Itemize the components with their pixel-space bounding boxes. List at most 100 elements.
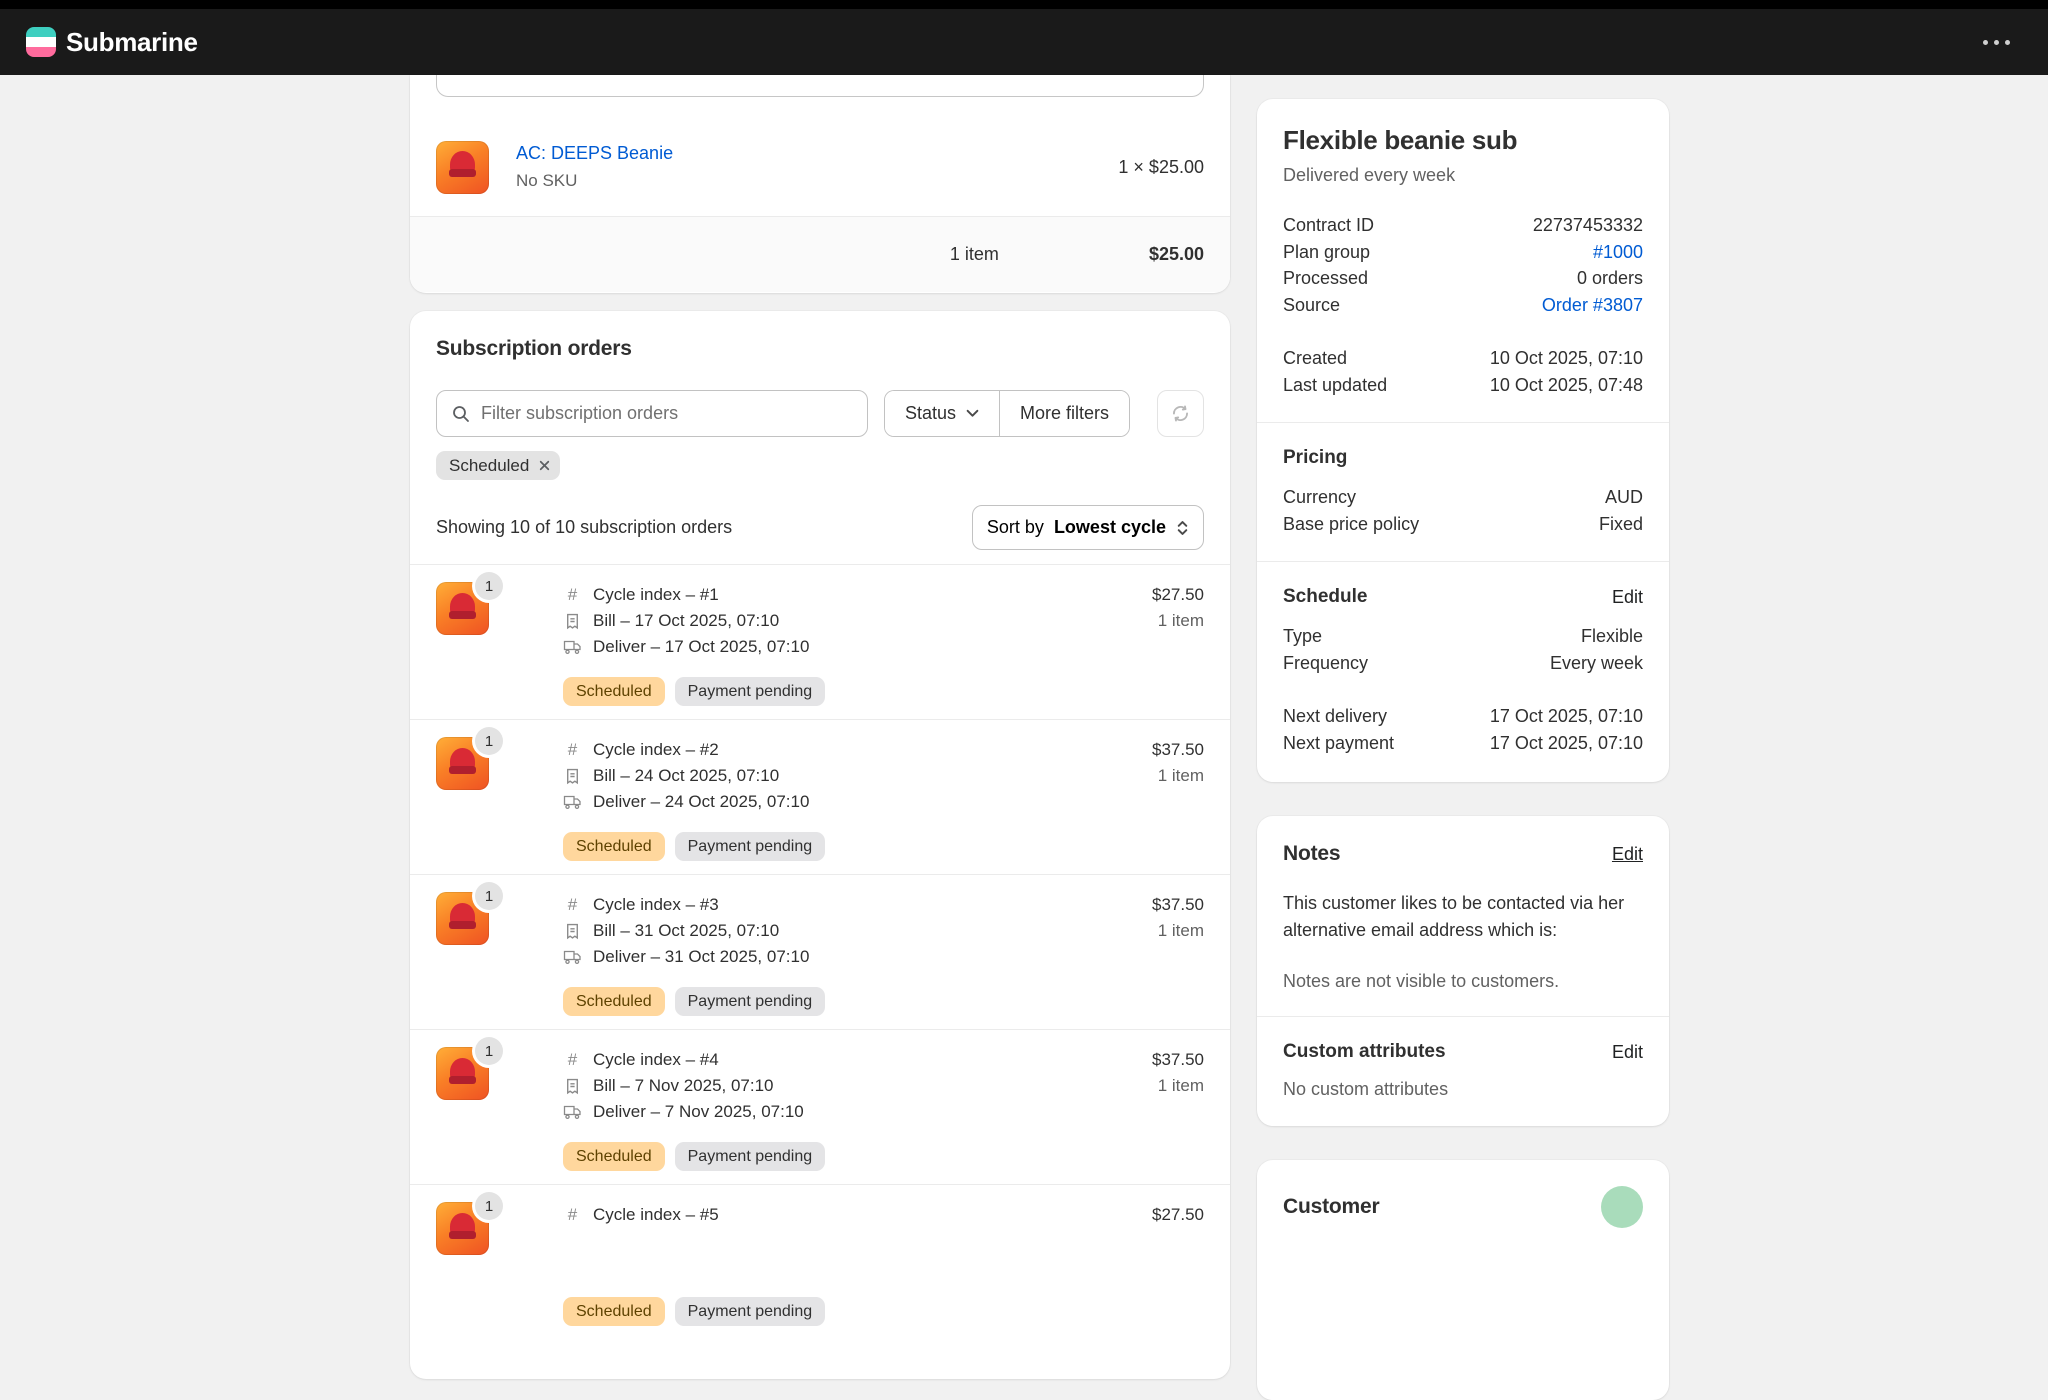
- subscription-order-row[interactable]: 1 #Cycle index – #2 Bill – 24 Oct 2025, …: [410, 719, 1230, 874]
- customer-heading: Customer: [1283, 1195, 1379, 1219]
- deliver-date: Deliver – 17 Oct 2025, 07:10: [593, 637, 809, 657]
- filter-chip-scheduled[interactable]: Scheduled: [436, 451, 560, 480]
- subscription-order-list: 1 #Cycle index – #1 Bill – 17 Oct 2025, …: [410, 564, 1230, 1339]
- receipt-icon: [563, 923, 582, 940]
- plan-group-link[interactable]: #1000: [1593, 239, 1643, 266]
- source-order-link[interactable]: Order #3807: [1542, 292, 1643, 319]
- status-badge: Scheduled: [563, 832, 665, 861]
- order-price: $37.50: [1152, 892, 1204, 918]
- filter-chip-label: Scheduled: [449, 456, 529, 476]
- next-delivery-value: 17 Oct 2025, 07:10: [1490, 703, 1643, 730]
- chevron-down-icon: [966, 409, 979, 418]
- deliver-date: Deliver – 24 Oct 2025, 07:10: [593, 792, 809, 812]
- custom-attributes-edit-link[interactable]: Edit: [1612, 1042, 1643, 1063]
- divider: [1257, 1016, 1669, 1017]
- schedule-edit-link[interactable]: Edit: [1612, 587, 1643, 608]
- more-filters-button[interactable]: More filters: [999, 391, 1129, 436]
- product-thumbnail: [436, 141, 489, 194]
- overflow-menu-icon[interactable]: [1975, 32, 2018, 53]
- refresh-button[interactable]: [1157, 390, 1204, 437]
- created-value: 10 Oct 2025, 07:10: [1490, 345, 1643, 372]
- payment-badge: Payment pending: [675, 987, 826, 1016]
- processed-value: 0 orders: [1577, 265, 1643, 292]
- cycle-index: Cycle index – #5: [593, 1205, 719, 1225]
- quantity-price: 1 × $25.00: [1118, 157, 1204, 178]
- receipt-icon: [563, 1078, 582, 1095]
- notes-heading: Notes: [1283, 842, 1340, 866]
- clipped-field: [436, 75, 1204, 97]
- hash-icon: #: [563, 1205, 582, 1225]
- truck-icon: [563, 1104, 582, 1120]
- subscription-order-row[interactable]: 1 #Cycle index – #4 Bill – 7 Nov 2025, 0…: [410, 1029, 1230, 1184]
- sort-prefix-label: Sort by: [987, 517, 1044, 538]
- order-item-count: 1 item: [1152, 1073, 1204, 1099]
- frequency-label: Frequency: [1283, 650, 1368, 677]
- app-title: Submarine: [66, 27, 198, 58]
- sort-value-label: Lowest cycle: [1054, 517, 1166, 538]
- status-filter-button[interactable]: Status: [885, 391, 999, 436]
- quantity-badge: 1: [475, 727, 503, 755]
- currency-label: Currency: [1283, 484, 1356, 511]
- more-filters-label: More filters: [1020, 403, 1109, 424]
- search-input[interactable]: [481, 403, 853, 424]
- cycle-index: Cycle index – #4: [593, 1050, 719, 1070]
- truck-icon: [563, 949, 582, 965]
- card-title: Subscription orders: [410, 337, 1230, 361]
- order-price: $37.50: [1152, 1047, 1204, 1073]
- notes-body-text: This customer likes to be contacted via …: [1283, 890, 1643, 944]
- bill-date: Bill – 7 Nov 2025, 07:10: [593, 1076, 774, 1096]
- product-title-link[interactable]: AC: DEEPS Beanie: [516, 143, 673, 163]
- active-filters: Scheduled: [410, 451, 1230, 480]
- status-badge: Scheduled: [563, 677, 665, 706]
- status-badge: Scheduled: [563, 987, 665, 1016]
- subscription-title: Flexible beanie sub: [1283, 125, 1643, 156]
- sort-select[interactable]: Sort by Lowest cycle: [972, 505, 1204, 550]
- remove-filter-icon[interactable]: [538, 459, 551, 472]
- order-price: $27.50: [1152, 582, 1204, 608]
- quantity-badge: 1: [475, 1192, 503, 1220]
- base-price-value: Fixed: [1599, 511, 1643, 538]
- order-price: $37.50: [1152, 737, 1204, 763]
- payment-badge: Payment pending: [675, 677, 826, 706]
- subscription-order-row[interactable]: 1 #Cycle index – #3 Bill – 31 Oct 2025, …: [410, 874, 1230, 1029]
- order-price: $27.50: [1152, 1202, 1204, 1228]
- side-column: Flexible beanie sub Delivered every week…: [1257, 99, 1669, 1400]
- line-items-card: AC: DEEPS Beanie No SKU 1 × $25.00 1 ite…: [410, 75, 1230, 293]
- schedule-heading: Schedule: [1283, 586, 1367, 608]
- quantity-badge: 1: [475, 882, 503, 910]
- next-payment-value: 17 Oct 2025, 07:10: [1490, 730, 1643, 757]
- notes-edit-link[interactable]: Edit: [1612, 844, 1643, 865]
- last-updated-value: 10 Oct 2025, 07:48: [1490, 372, 1643, 399]
- order-item-count: 1 item: [1152, 763, 1204, 789]
- source-label: Source: [1283, 292, 1340, 319]
- subscription-order-row[interactable]: 1 #Cycle index – #1 Bill – 17 Oct 2025, …: [410, 564, 1230, 719]
- filter-controls: Status More filters: [410, 390, 1230, 437]
- totals-amount: $25.00: [1149, 244, 1204, 265]
- next-delivery-label: Next delivery: [1283, 703, 1387, 730]
- type-value: Flexible: [1581, 623, 1643, 650]
- hash-icon: #: [563, 585, 582, 605]
- customer-avatar[interactable]: [1601, 1186, 1643, 1228]
- subscription-summary-card: Flexible beanie sub Delivered every week…: [1257, 99, 1669, 782]
- order-item-count: 1 item: [1152, 608, 1204, 634]
- top-bar: Submarine: [0, 0, 2048, 75]
- search-icon: [451, 404, 471, 424]
- subscription-orders-card: Subscription orders Status More filters: [410, 311, 1230, 1379]
- quantity-badge: 1: [475, 1037, 503, 1065]
- payment-badge: Payment pending: [675, 832, 826, 861]
- customer-card: Customer: [1257, 1160, 1669, 1400]
- receipt-icon: [563, 768, 582, 785]
- quantity-badge: 1: [475, 572, 503, 600]
- list-summary-row: Showing 10 of 10 subscription orders Sor…: [410, 505, 1230, 550]
- custom-attributes-empty: No custom attributes: [1283, 1079, 1643, 1100]
- main-column: AC: DEEPS Beanie No SKU 1 × $25.00 1 ite…: [410, 75, 1230, 1379]
- refresh-icon: [1170, 403, 1191, 424]
- subscription-order-row[interactable]: 1 #Cycle index – #5 $27.50 Scheduled Pay…: [410, 1184, 1230, 1339]
- processed-label: Processed: [1283, 265, 1368, 292]
- line-item-row: AC: DEEPS Beanie No SKU 1 × $25.00: [410, 140, 1230, 194]
- product-sku: No SKU: [516, 168, 673, 194]
- hash-icon: #: [563, 740, 582, 760]
- search-box[interactable]: [436, 390, 868, 437]
- base-price-label: Base price policy: [1283, 511, 1419, 538]
- deliver-date: Deliver – 7 Nov 2025, 07:10: [593, 1102, 804, 1122]
